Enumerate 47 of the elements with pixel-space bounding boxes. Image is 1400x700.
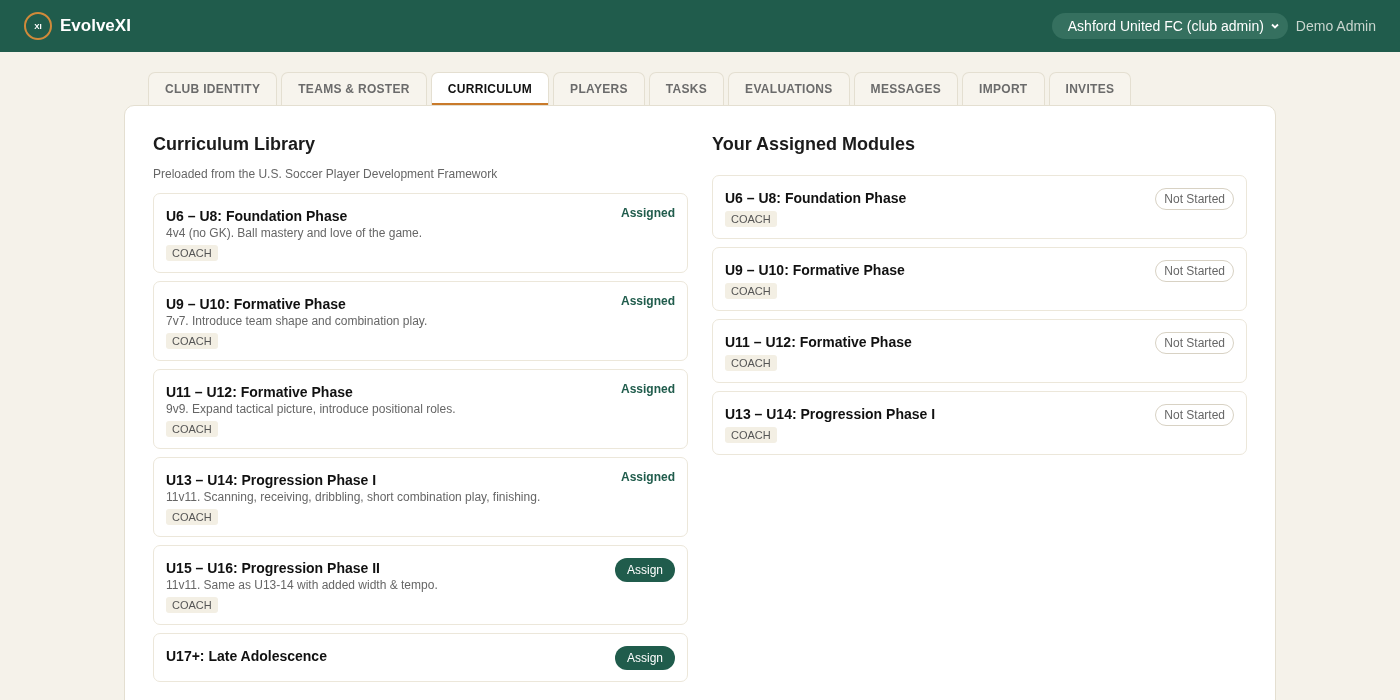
tab[interactable]: TEAMS & ROSTER xyxy=(281,72,427,105)
tab[interactable]: PLAYERS xyxy=(553,72,645,105)
module-title: U17+: Late Adolescence xyxy=(166,648,327,664)
brand-name: EvolveXI xyxy=(60,16,131,36)
section-title: Curriculum Library xyxy=(153,134,317,155)
user-name: Demo Admin xyxy=(1295,18,1376,34)
module-title: U13 – U14: Progression Phase I xyxy=(166,472,377,488)
tab[interactable]: CLUB IDENTITY xyxy=(148,72,278,105)
role-tag: COACH xyxy=(725,427,777,443)
assigned-status: Assigned xyxy=(621,206,675,220)
role-tag: COACH xyxy=(725,211,777,227)
module-title: U9 – U10: Formative Phase xyxy=(725,262,905,278)
role-tag: COACH xyxy=(166,421,218,437)
module-title: U6 – U8: Foundation Phase xyxy=(725,190,907,206)
assigned-status: Assigned xyxy=(621,470,675,484)
tab[interactable]: INVITES xyxy=(1048,72,1132,105)
role-tag: COACH xyxy=(725,283,777,299)
assigned-status: Assigned xyxy=(621,294,675,308)
tab[interactable]: TASKS xyxy=(648,72,725,105)
module-description: 11v11. Scanning, receiving, dribbling, short combination play, finishing. xyxy=(166,490,541,504)
module-title: U11 – U12: Formative Phase xyxy=(166,384,353,400)
module-title: U11 – U12: Formative Phase xyxy=(725,334,912,350)
tab[interactable]: EVALUATIONS xyxy=(728,72,850,105)
module-description: 11v11. Same as U13-14 with added width & tempo. xyxy=(166,578,438,592)
module-title: U15 – U16: Progression Phase II xyxy=(166,560,380,576)
tab[interactable]: IMPORT xyxy=(962,72,1045,105)
module-description: 4v4 (no GK). Ball mastery and love of the game. xyxy=(166,226,423,240)
club-select[interactable]: Ashford United FC (club admin) xyxy=(1051,13,1288,39)
role-tag: COACH xyxy=(166,245,218,261)
logo-icon: XI xyxy=(24,12,52,40)
section-subtitle: Preloaded from the U.S. Soccer Player Development Framework xyxy=(153,167,499,181)
module-description: 7v7. Introduce team shape and combination play. xyxy=(166,314,428,328)
assigned-status: Assigned xyxy=(621,382,675,396)
assign-button[interactable]: Assign xyxy=(614,646,675,670)
module-title: U13 – U14: Progression Phase I xyxy=(725,406,936,422)
section-title: Your Assigned Modules xyxy=(712,134,917,155)
module-title: U9 – U10: Formative Phase xyxy=(166,296,346,312)
role-tag: COACH xyxy=(166,509,218,525)
module-description: 9v9. Expand tactical picture, introduce positional roles. xyxy=(166,402,456,416)
module-title: U6 – U8: Foundation Phase xyxy=(166,208,348,224)
tab[interactable]: MESSAGES xyxy=(853,72,959,105)
role-tag: COACH xyxy=(166,333,218,349)
chevron-down-icon xyxy=(1269,21,1280,31)
tab[interactable]: CURRICULUM xyxy=(430,72,550,105)
role-tag: COACH xyxy=(166,597,218,613)
assign-button[interactable]: Assign xyxy=(614,558,675,582)
role-tag: COACH xyxy=(725,355,777,371)
